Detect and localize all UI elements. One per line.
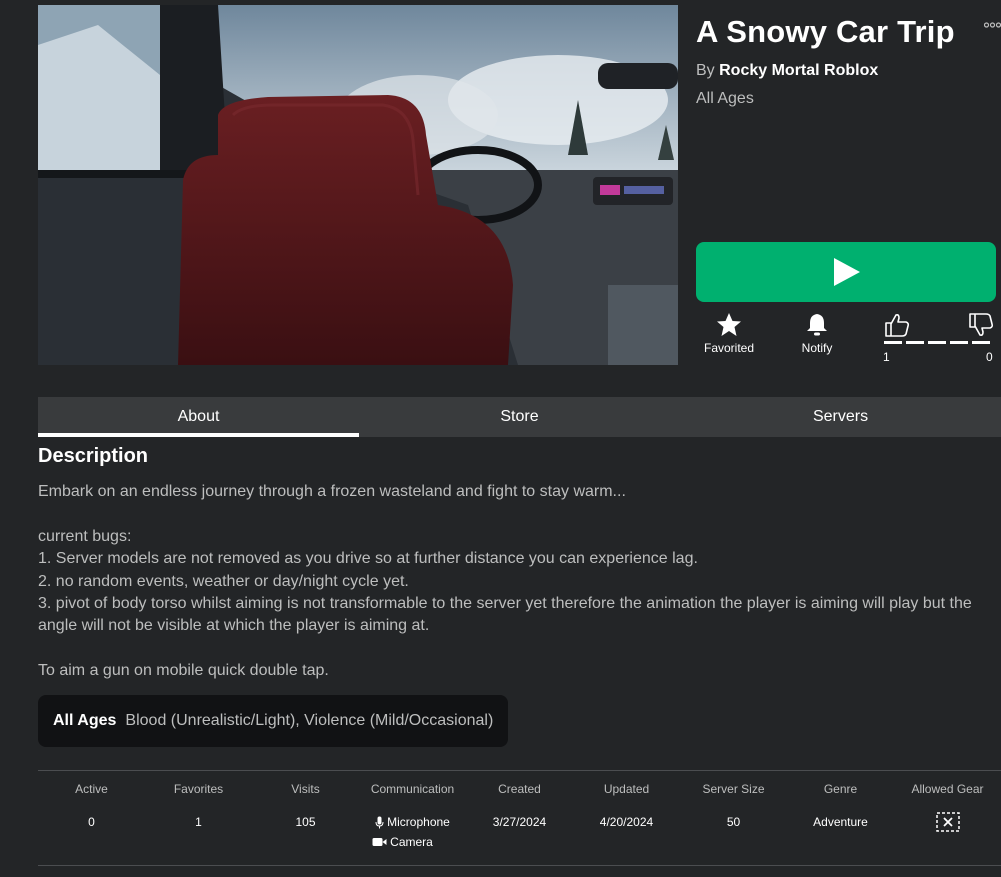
content-rating-box: All Ages Blood (Unrealistic/Light), Viol… — [38, 695, 509, 747]
thumbs-up-icon[interactable] — [884, 312, 910, 338]
favorite-label: Favorited — [703, 341, 755, 355]
communication-microphone: Microphone — [359, 812, 466, 832]
notify-button[interactable]: Notify — [782, 312, 852, 355]
game-title: A Snowy Car Trip — [696, 14, 955, 49]
description-heading: Description — [38, 445, 149, 467]
stat-label: Communication — [370, 782, 455, 796]
stat-active: Active 0 — [38, 782, 145, 852]
notify-label: Notify — [801, 341, 833, 355]
tab-store[interactable]: Store — [359, 397, 680, 437]
stat-favorites: Favorites 1 — [145, 782, 252, 852]
stats-top-divider — [38, 770, 1001, 771]
stat-value: 105 — [295, 815, 316, 829]
tab-bar: About Store Servers — [38, 397, 1001, 437]
stat-value — [894, 812, 1001, 832]
microphone-icon — [375, 816, 384, 828]
stat-allowed-gear: Allowed Gear — [894, 782, 1001, 852]
stat-label: Created — [498, 782, 541, 796]
stat-value: 0 — [88, 815, 95, 829]
camera-icon — [372, 838, 387, 846]
stat-label: Visits — [291, 782, 320, 796]
thumbnail-image — [38, 5, 678, 365]
stat-label: Active — [75, 782, 108, 796]
stat-value: Microphone Camera — [359, 812, 466, 852]
vote-ratio-bar — [884, 341, 994, 344]
stat-genre: Genre Adventure — [787, 782, 894, 852]
favorite-button[interactable]: Favorited — [694, 312, 764, 355]
communication-camera: Camera — [339, 832, 466, 852]
stat-label: Favorites — [173, 782, 224, 796]
play-icon — [834, 258, 860, 286]
tab-servers[interactable]: Servers — [680, 397, 1001, 437]
description-text: Embark on an endless journey through a f… — [38, 483, 972, 680]
stat-updated: Updated 4/20/2024 — [573, 782, 680, 852]
age-rating: All Ages — [696, 90, 754, 107]
more-dots-icon[interactable] — [984, 20, 1001, 30]
creator-link[interactable]: Rocky Mortal Roblox — [719, 62, 878, 79]
thumbs-down-icon[interactable] — [968, 312, 994, 338]
stat-value: 3/27/2024 — [492, 815, 547, 829]
game-stats: Active 0 Favorites 1 Visits 105 Communic… — [38, 782, 1001, 852]
stat-label: Allowed Gear — [911, 782, 984, 796]
stat-label: Server Size — [702, 782, 765, 796]
stat-value: 50 — [726, 815, 741, 829]
stat-value[interactable]: Adventure — [787, 812, 894, 832]
bell-icon — [807, 314, 827, 336]
rating-label: All Ages — [53, 712, 117, 729]
stat-server-size: Server Size 50 — [680, 782, 787, 852]
upvote-count: 1 — [883, 350, 890, 364]
game-thumbnail[interactable] — [38, 5, 678, 365]
play-button[interactable] — [696, 242, 996, 302]
rating-descriptors: Blood (Unrealistic/Light), Violence (Mil… — [125, 712, 494, 729]
stats-bottom-divider — [38, 865, 1001, 866]
by-prefix: By — [696, 62, 715, 79]
downvote-count: 0 — [986, 350, 993, 364]
creator-byline: By Rocky Mortal Roblox — [696, 62, 878, 80]
stat-value: 4/20/2024 — [599, 815, 654, 829]
stat-label: Updated — [603, 782, 650, 796]
stat-value: 1 — [195, 815, 202, 829]
no-gear-icon — [935, 812, 960, 832]
tab-about[interactable]: About — [38, 397, 359, 437]
stat-communication: Communication Microphone Camera — [359, 782, 466, 852]
star-icon — [717, 313, 741, 336]
stat-label: Genre — [823, 782, 858, 796]
stat-created: Created 3/27/2024 — [466, 782, 573, 852]
